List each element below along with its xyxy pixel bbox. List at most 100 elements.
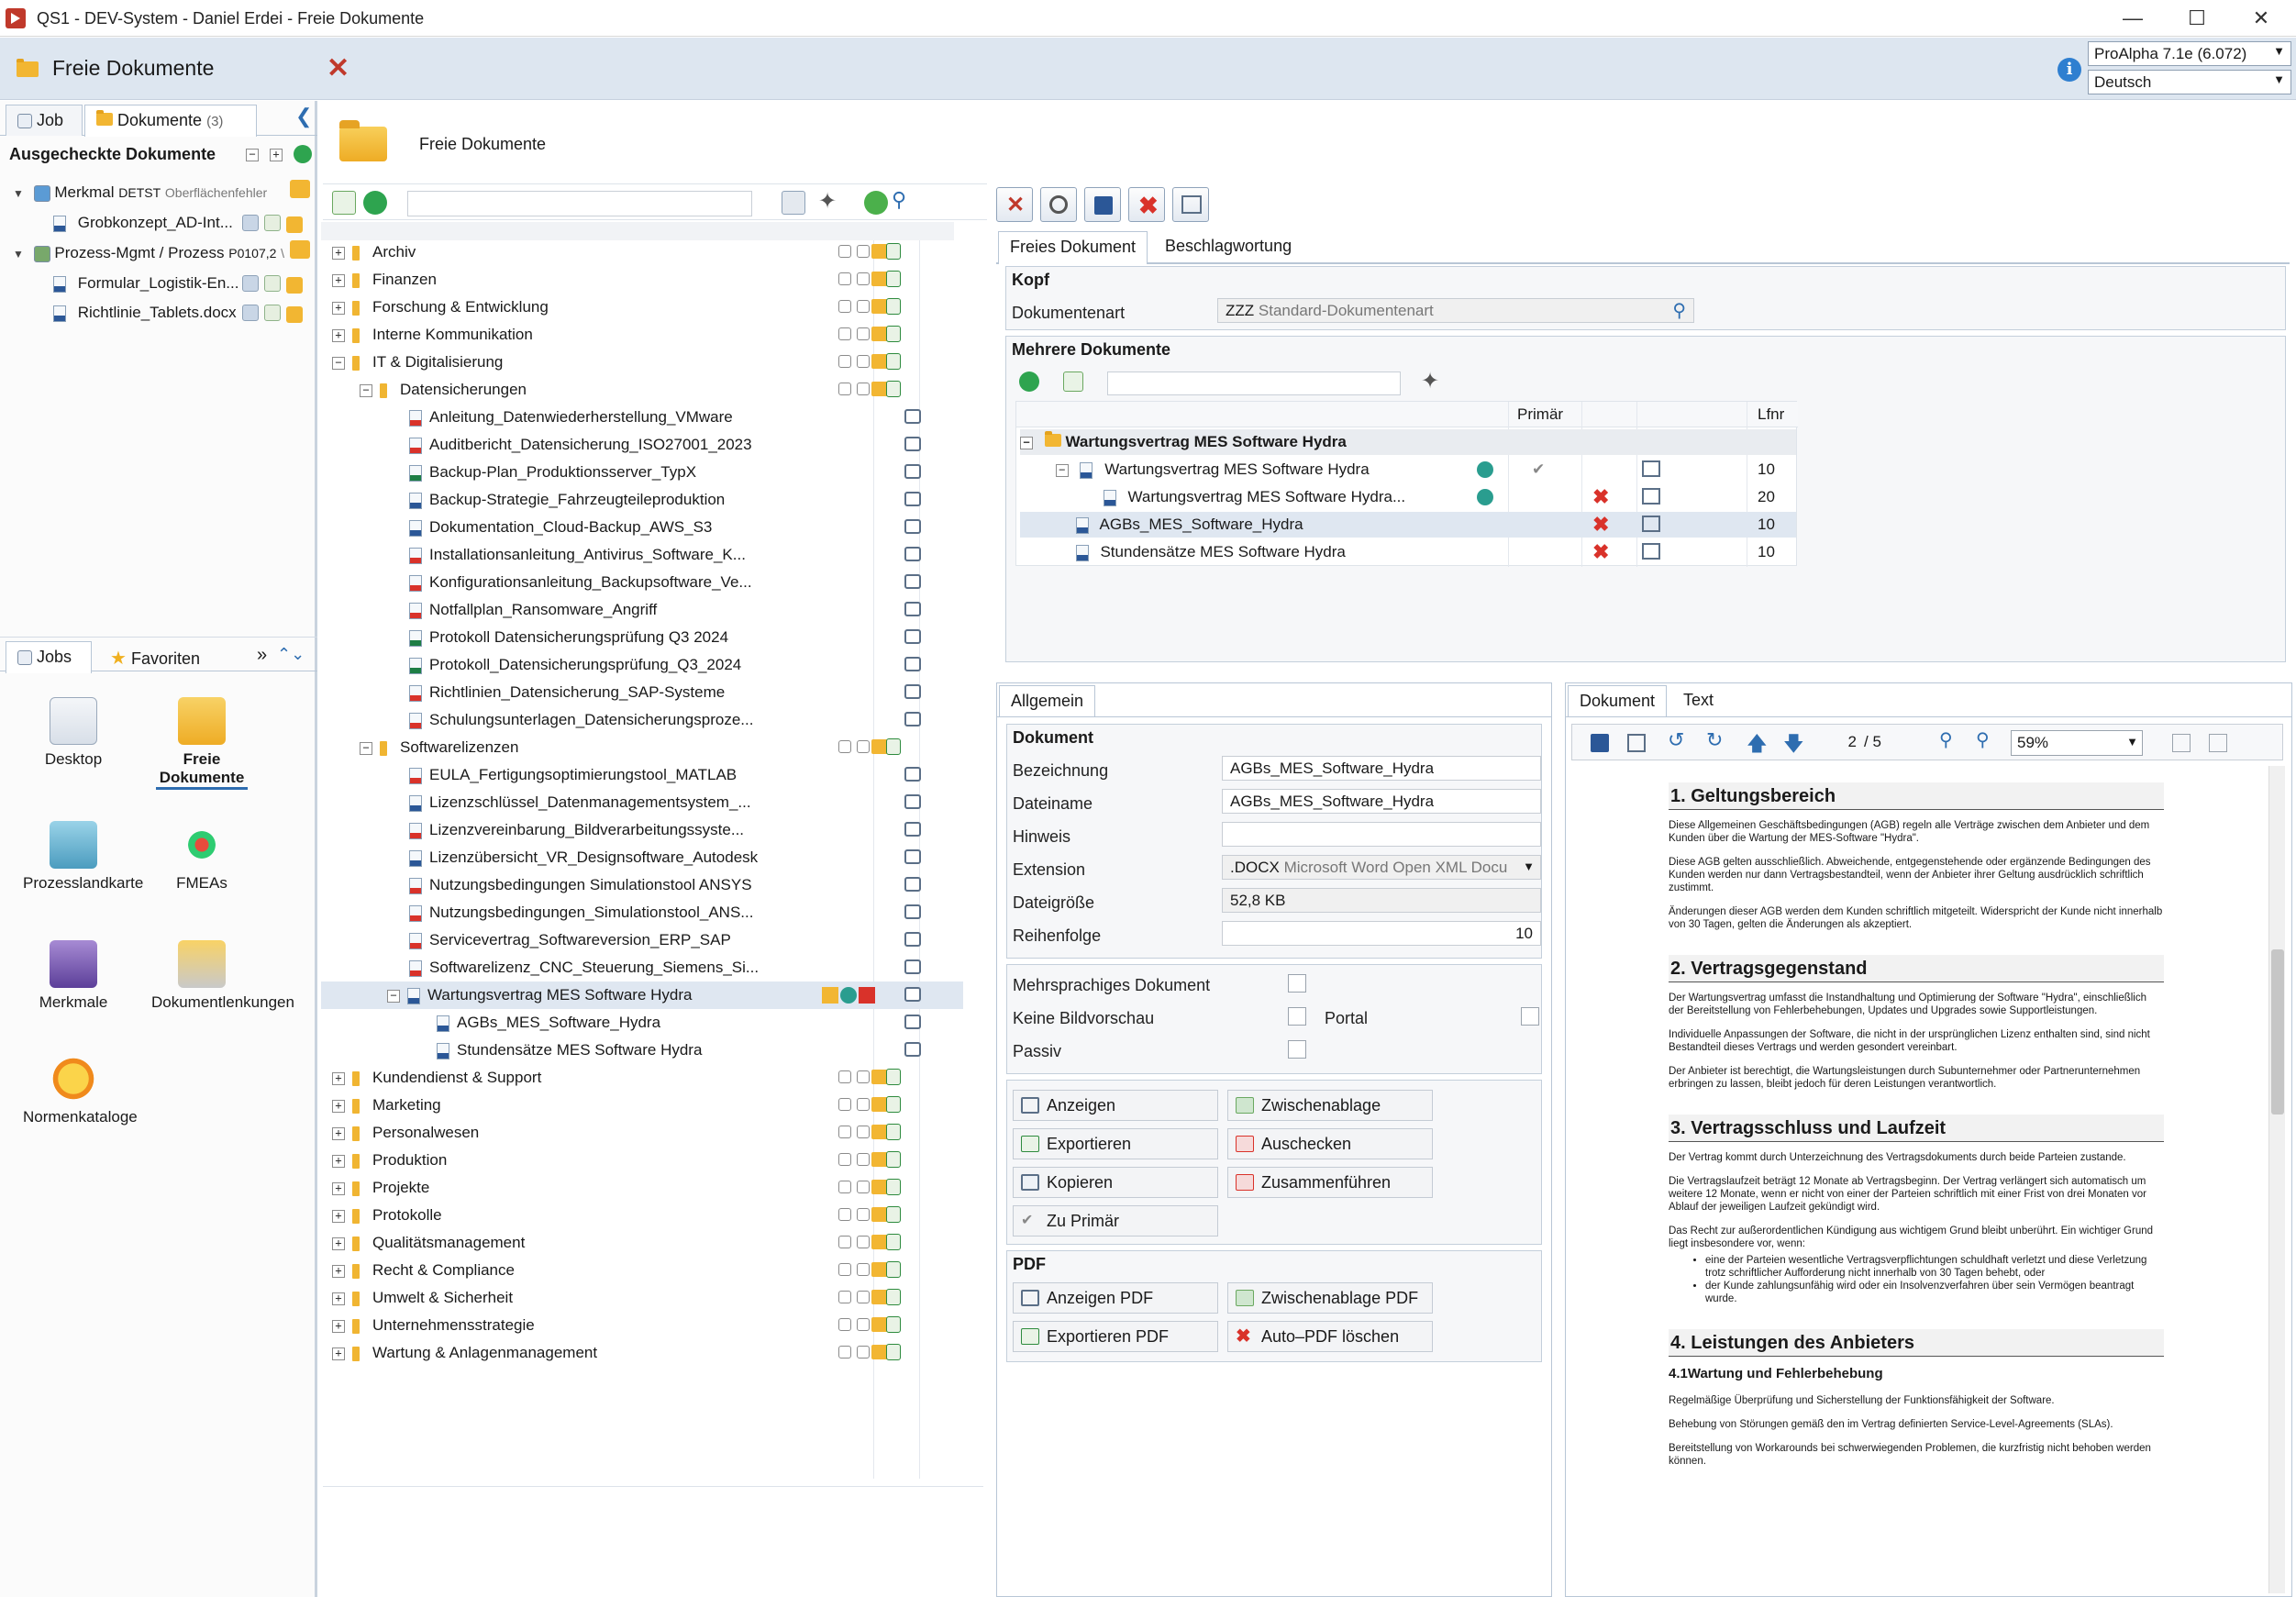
add-icon[interactable]	[838, 1070, 851, 1083]
remove-icon[interactable]	[857, 355, 870, 368]
tree-document[interactable]: − Wartungsvertrag MES Software Hydra	[321, 981, 963, 1009]
delete-icon[interactable]: ✖	[1592, 512, 1609, 538]
collapse-icon[interactable]: −	[387, 989, 400, 1003]
checkin-icon[interactable]	[264, 305, 281, 321]
refresh-icon[interactable]	[294, 145, 312, 163]
add-icon[interactable]	[838, 1208, 851, 1221]
cancel-button[interactable]: ✕	[996, 187, 1033, 222]
expand-icon[interactable]: +	[332, 1237, 345, 1250]
tree-document[interactable]: Backup-Strategie_Fahrzeugteileproduktion	[321, 486, 963, 514]
table-row[interactable]: AGBs_MES_Software_Hydra ✖ 10	[1020, 512, 1796, 538]
tab-favorites[interactable]: ★ Favoriten	[110, 647, 200, 670]
checked-out-item[interactable]: Richtlinie_Tablets.docx	[53, 300, 237, 326]
preview-icon[interactable]	[904, 959, 921, 974]
table-row[interactable]: Stundensätze MES Software Hydra ✖ 10	[1020, 539, 1796, 565]
globe-icon[interactable]	[840, 987, 857, 1004]
add-icon[interactable]	[838, 740, 851, 753]
maximize-icon[interactable]: ☐	[2165, 0, 2229, 37]
tree-folder[interactable]: − Datensicherungen	[321, 376, 963, 404]
tab-free-document[interactable]: Freies Dokument	[998, 231, 1148, 264]
checkin-icon[interactable]	[264, 275, 281, 292]
folder-icon[interactable]	[286, 306, 303, 323]
preview-icon[interactable]	[904, 657, 921, 671]
scrollbar-thumb[interactable]	[2271, 949, 2284, 1115]
tree-document[interactable]: Protokoll_Datensicherungsprüfung_Q3_2024	[321, 651, 963, 679]
tab-tagging[interactable]: Beschlagwortung	[1165, 237, 1292, 256]
tree-folder[interactable]: + Projekte	[321, 1174, 963, 1202]
launcher-normenkataloge[interactable]: Normenkataloge	[18, 1055, 138, 1126]
zoom-out-icon[interactable]: ⚲	[1939, 728, 1953, 751]
tree-document[interactable]: Anleitung_Datenwiederherstellung_VMware	[321, 404, 963, 431]
add-document-icon[interactable]	[886, 1096, 901, 1113]
preview-icon[interactable]	[1642, 460, 1660, 477]
print-preview-icon[interactable]	[1627, 734, 1646, 752]
remove-icon[interactable]	[857, 1236, 870, 1248]
collapse-icon[interactable]: −	[360, 741, 372, 755]
doctype-field[interactable]: ZZZ Standard-Dokumentenart ⚲	[1217, 298, 1694, 323]
preview-icon[interactable]	[904, 629, 921, 644]
add-document-icon[interactable]	[886, 1234, 901, 1250]
expand-icon[interactable]: +	[332, 301, 345, 315]
add-document-icon[interactable]	[886, 326, 901, 342]
language-select[interactable]: Deutsch ▼	[2088, 70, 2291, 94]
expand-icon[interactable]: +	[332, 246, 345, 260]
preview-button[interactable]	[1172, 187, 1209, 222]
preview-icon[interactable]	[904, 987, 921, 1002]
add-document-icon[interactable]	[886, 738, 901, 755]
tree-document[interactable]: Softwarelizenz_CNC_Steuerung_Siemens_Si.…	[321, 954, 963, 981]
preview-icon[interactable]	[904, 464, 921, 479]
preview-icon[interactable]	[1642, 516, 1660, 532]
zoom-select[interactable]: 59% ▼	[2011, 730, 2143, 756]
info-icon[interactable]: i	[2058, 58, 2081, 82]
launcher-prozesslandkarte[interactable]: Prozesslandkarte	[18, 821, 143, 893]
add-icon[interactable]	[838, 1263, 851, 1276]
add-icon[interactable]	[838, 355, 851, 368]
tree-document[interactable]: Stundensätze MES Software Hydra	[321, 1037, 963, 1064]
edit-icon[interactable]	[822, 987, 838, 1004]
page-down-icon[interactable]: 🡇	[1783, 728, 1804, 763]
checked-out-item[interactable]: ▼ Prozess-Mgmt / Prozess P0107,2 \	[13, 240, 284, 266]
open-folder-icon[interactable]	[290, 240, 310, 259]
expand-icon[interactable]: +	[332, 1181, 345, 1195]
collapse-icon[interactable]: −	[332, 356, 345, 370]
remove-icon[interactable]	[857, 272, 870, 285]
copy-button[interactable]: Kopieren	[1013, 1167, 1218, 1198]
launcher-merkmale[interactable]: Merkmale	[18, 940, 128, 1012]
fit-page-icon[interactable]	[2172, 734, 2191, 752]
checked-out-item[interactable]: Grobkonzept_AD-Int...	[53, 210, 233, 236]
preview-icon[interactable]	[904, 547, 921, 561]
tree-folder[interactable]: + Personalwesen	[321, 1119, 963, 1147]
tree-document[interactable]: Backup-Plan_Produktionsserver_TypX	[321, 459, 963, 486]
preview-icon[interactable]	[904, 849, 921, 864]
refresh-icon[interactable]	[1019, 372, 1039, 392]
remove-icon[interactable]	[857, 1346, 870, 1359]
tab-document[interactable]: Dokument	[1568, 685, 1668, 716]
preview-icon[interactable]	[904, 1042, 921, 1057]
preview-scrollbar[interactable]	[2268, 766, 2285, 1593]
page-number-input[interactable]: 2	[1820, 730, 1857, 754]
launcher-freie-dokumente[interactable]: Freie Dokumente	[147, 697, 257, 790]
preview-icon[interactable]	[904, 602, 921, 616]
add-icon[interactable]	[332, 191, 356, 215]
tree-document[interactable]: Nutzungsbedingungen Simulationstool ANSY…	[321, 871, 963, 899]
tab-jobs[interactable]: Jobs	[6, 641, 92, 673]
expand-icon[interactable]: +	[332, 1154, 345, 1168]
tree-document[interactable]: Auditbericht_Datensicherung_ISO27001_202…	[321, 431, 963, 459]
remove-icon[interactable]	[857, 1208, 870, 1221]
remove-icon[interactable]	[857, 1318, 870, 1331]
preview-icon[interactable]	[904, 794, 921, 809]
tree-folder[interactable]: + Recht & Compliance	[321, 1257, 963, 1284]
collapse-all-icon[interactable]: −	[246, 149, 259, 161]
preview-icon[interactable]	[904, 1015, 921, 1029]
tree-document[interactable]: Dokumentation_Cloud-Backup_AWS_S3	[321, 514, 963, 541]
rotate-right-icon[interactable]: ↻	[1706, 728, 1723, 752]
refresh-icon[interactable]	[363, 191, 387, 215]
tools-icon[interactable]: ✦	[1421, 368, 1439, 394]
lookup-icon[interactable]: ⚲	[1672, 299, 1686, 322]
remove-icon[interactable]	[857, 327, 870, 340]
remove-icon[interactable]	[857, 1263, 870, 1276]
page-up-icon[interactable]: 🡅	[1747, 728, 1768, 763]
remove-icon[interactable]	[857, 1291, 870, 1303]
remove-icon[interactable]	[857, 300, 870, 313]
fit-width-icon[interactable]	[2209, 734, 2227, 752]
